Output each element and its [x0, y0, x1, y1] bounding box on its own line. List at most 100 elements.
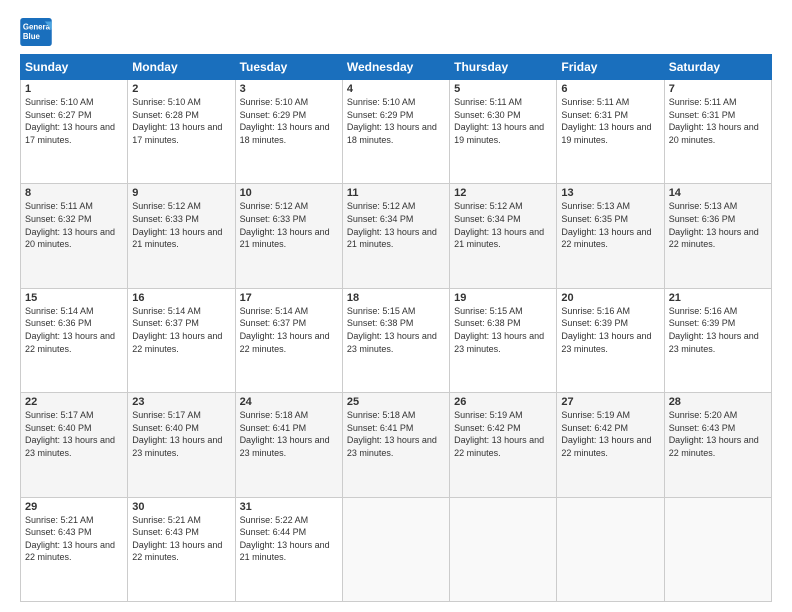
day-info: Sunrise: 5:17 AMSunset: 6:40 PMDaylight:… — [132, 409, 230, 459]
day-number: 10 — [240, 187, 338, 199]
calendar-cell: 24Sunrise: 5:18 AMSunset: 6:41 PMDayligh… — [235, 393, 342, 497]
calendar-week-3: 15Sunrise: 5:14 AMSunset: 6:36 PMDayligh… — [21, 288, 772, 392]
calendar-week-5: 29Sunrise: 5:21 AMSunset: 6:43 PMDayligh… — [21, 497, 772, 601]
day-number: 15 — [25, 292, 123, 304]
calendar-cell — [450, 497, 557, 601]
calendar-cell — [664, 497, 771, 601]
calendar-cell: 18Sunrise: 5:15 AMSunset: 6:38 PMDayligh… — [342, 288, 449, 392]
day-info: Sunrise: 5:21 AMSunset: 6:43 PMDaylight:… — [132, 514, 230, 564]
day-info: Sunrise: 5:12 AMSunset: 6:33 PMDaylight:… — [132, 200, 230, 250]
calendar-week-4: 22Sunrise: 5:17 AMSunset: 6:40 PMDayligh… — [21, 393, 772, 497]
header: General Blue — [20, 18, 772, 46]
day-info: Sunrise: 5:20 AMSunset: 6:43 PMDaylight:… — [669, 409, 767, 459]
calendar-cell: 23Sunrise: 5:17 AMSunset: 6:40 PMDayligh… — [128, 393, 235, 497]
calendar-cell: 4Sunrise: 5:10 AMSunset: 6:29 PMDaylight… — [342, 80, 449, 184]
day-info: Sunrise: 5:22 AMSunset: 6:44 PMDaylight:… — [240, 514, 338, 564]
day-number: 30 — [132, 501, 230, 513]
logo: General Blue — [20, 18, 56, 46]
day-number: 25 — [347, 396, 445, 408]
day-info: Sunrise: 5:10 AMSunset: 6:28 PMDaylight:… — [132, 96, 230, 146]
day-info: Sunrise: 5:11 AMSunset: 6:32 PMDaylight:… — [25, 200, 123, 250]
day-number: 16 — [132, 292, 230, 304]
col-saturday: Saturday — [664, 55, 771, 80]
calendar-cell: 13Sunrise: 5:13 AMSunset: 6:35 PMDayligh… — [557, 184, 664, 288]
calendar-cell: 21Sunrise: 5:16 AMSunset: 6:39 PMDayligh… — [664, 288, 771, 392]
day-number: 17 — [240, 292, 338, 304]
day-number: 28 — [669, 396, 767, 408]
day-info: Sunrise: 5:11 AMSunset: 6:31 PMDaylight:… — [561, 96, 659, 146]
calendar-week-1: 1Sunrise: 5:10 AMSunset: 6:27 PMDaylight… — [21, 80, 772, 184]
day-number: 21 — [669, 292, 767, 304]
calendar-table: Sunday Monday Tuesday Wednesday Thursday… — [20, 54, 772, 602]
day-info: Sunrise: 5:10 AMSunset: 6:27 PMDaylight:… — [25, 96, 123, 146]
calendar-cell — [342, 497, 449, 601]
col-thursday: Thursday — [450, 55, 557, 80]
day-info: Sunrise: 5:21 AMSunset: 6:43 PMDaylight:… — [25, 514, 123, 564]
day-info: Sunrise: 5:12 AMSunset: 6:34 PMDaylight:… — [454, 200, 552, 250]
calendar-cell: 26Sunrise: 5:19 AMSunset: 6:42 PMDayligh… — [450, 393, 557, 497]
calendar-cell: 30Sunrise: 5:21 AMSunset: 6:43 PMDayligh… — [128, 497, 235, 601]
day-number: 29 — [25, 501, 123, 513]
day-info: Sunrise: 5:13 AMSunset: 6:36 PMDaylight:… — [669, 200, 767, 250]
day-info: Sunrise: 5:17 AMSunset: 6:40 PMDaylight:… — [25, 409, 123, 459]
calendar-cell: 28Sunrise: 5:20 AMSunset: 6:43 PMDayligh… — [664, 393, 771, 497]
calendar-cell: 7Sunrise: 5:11 AMSunset: 6:31 PMDaylight… — [664, 80, 771, 184]
day-info: Sunrise: 5:16 AMSunset: 6:39 PMDaylight:… — [561, 305, 659, 355]
day-info: Sunrise: 5:19 AMSunset: 6:42 PMDaylight:… — [454, 409, 552, 459]
day-number: 24 — [240, 396, 338, 408]
day-number: 12 — [454, 187, 552, 199]
day-info: Sunrise: 5:14 AMSunset: 6:36 PMDaylight:… — [25, 305, 123, 355]
day-info: Sunrise: 5:18 AMSunset: 6:41 PMDaylight:… — [240, 409, 338, 459]
calendar-cell: 11Sunrise: 5:12 AMSunset: 6:34 PMDayligh… — [342, 184, 449, 288]
calendar-cell: 14Sunrise: 5:13 AMSunset: 6:36 PMDayligh… — [664, 184, 771, 288]
day-info: Sunrise: 5:14 AMSunset: 6:37 PMDaylight:… — [240, 305, 338, 355]
day-number: 27 — [561, 396, 659, 408]
calendar-cell: 27Sunrise: 5:19 AMSunset: 6:42 PMDayligh… — [557, 393, 664, 497]
day-number: 2 — [132, 83, 230, 95]
calendar-cell: 2Sunrise: 5:10 AMSunset: 6:28 PMDaylight… — [128, 80, 235, 184]
day-info: Sunrise: 5:16 AMSunset: 6:39 PMDaylight:… — [669, 305, 767, 355]
day-number: 3 — [240, 83, 338, 95]
day-info: Sunrise: 5:11 AMSunset: 6:30 PMDaylight:… — [454, 96, 552, 146]
day-info: Sunrise: 5:18 AMSunset: 6:41 PMDaylight:… — [347, 409, 445, 459]
calendar-week-2: 8Sunrise: 5:11 AMSunset: 6:32 PMDaylight… — [21, 184, 772, 288]
day-number: 26 — [454, 396, 552, 408]
col-sunday: Sunday — [21, 55, 128, 80]
calendar-cell: 19Sunrise: 5:15 AMSunset: 6:38 PMDayligh… — [450, 288, 557, 392]
day-info: Sunrise: 5:12 AMSunset: 6:34 PMDaylight:… — [347, 200, 445, 250]
calendar-cell: 9Sunrise: 5:12 AMSunset: 6:33 PMDaylight… — [128, 184, 235, 288]
calendar-cell: 5Sunrise: 5:11 AMSunset: 6:30 PMDaylight… — [450, 80, 557, 184]
day-number: 11 — [347, 187, 445, 199]
day-info: Sunrise: 5:10 AMSunset: 6:29 PMDaylight:… — [240, 96, 338, 146]
col-friday: Friday — [557, 55, 664, 80]
logo-icon: General Blue — [20, 18, 52, 46]
calendar-cell: 20Sunrise: 5:16 AMSunset: 6:39 PMDayligh… — [557, 288, 664, 392]
day-number: 4 — [347, 83, 445, 95]
calendar-cell: 16Sunrise: 5:14 AMSunset: 6:37 PMDayligh… — [128, 288, 235, 392]
page: General Blue Sunday Monday Tuesday Wedne… — [0, 0, 792, 612]
day-number: 23 — [132, 396, 230, 408]
calendar-cell: 1Sunrise: 5:10 AMSunset: 6:27 PMDaylight… — [21, 80, 128, 184]
calendar-cell: 17Sunrise: 5:14 AMSunset: 6:37 PMDayligh… — [235, 288, 342, 392]
day-number: 31 — [240, 501, 338, 513]
calendar-cell: 31Sunrise: 5:22 AMSunset: 6:44 PMDayligh… — [235, 497, 342, 601]
day-info: Sunrise: 5:15 AMSunset: 6:38 PMDaylight:… — [347, 305, 445, 355]
svg-text:Blue: Blue — [23, 32, 41, 41]
day-info: Sunrise: 5:14 AMSunset: 6:37 PMDaylight:… — [132, 305, 230, 355]
day-number: 1 — [25, 83, 123, 95]
col-wednesday: Wednesday — [342, 55, 449, 80]
day-info: Sunrise: 5:10 AMSunset: 6:29 PMDaylight:… — [347, 96, 445, 146]
day-info: Sunrise: 5:11 AMSunset: 6:31 PMDaylight:… — [669, 96, 767, 146]
day-number: 13 — [561, 187, 659, 199]
day-info: Sunrise: 5:19 AMSunset: 6:42 PMDaylight:… — [561, 409, 659, 459]
day-number: 18 — [347, 292, 445, 304]
calendar-cell: 25Sunrise: 5:18 AMSunset: 6:41 PMDayligh… — [342, 393, 449, 497]
calendar-cell: 10Sunrise: 5:12 AMSunset: 6:33 PMDayligh… — [235, 184, 342, 288]
day-number: 22 — [25, 396, 123, 408]
calendar-cell: 22Sunrise: 5:17 AMSunset: 6:40 PMDayligh… — [21, 393, 128, 497]
calendar-cell: 12Sunrise: 5:12 AMSunset: 6:34 PMDayligh… — [450, 184, 557, 288]
day-number: 7 — [669, 83, 767, 95]
calendar-cell: 6Sunrise: 5:11 AMSunset: 6:31 PMDaylight… — [557, 80, 664, 184]
day-number: 14 — [669, 187, 767, 199]
calendar-cell: 3Sunrise: 5:10 AMSunset: 6:29 PMDaylight… — [235, 80, 342, 184]
